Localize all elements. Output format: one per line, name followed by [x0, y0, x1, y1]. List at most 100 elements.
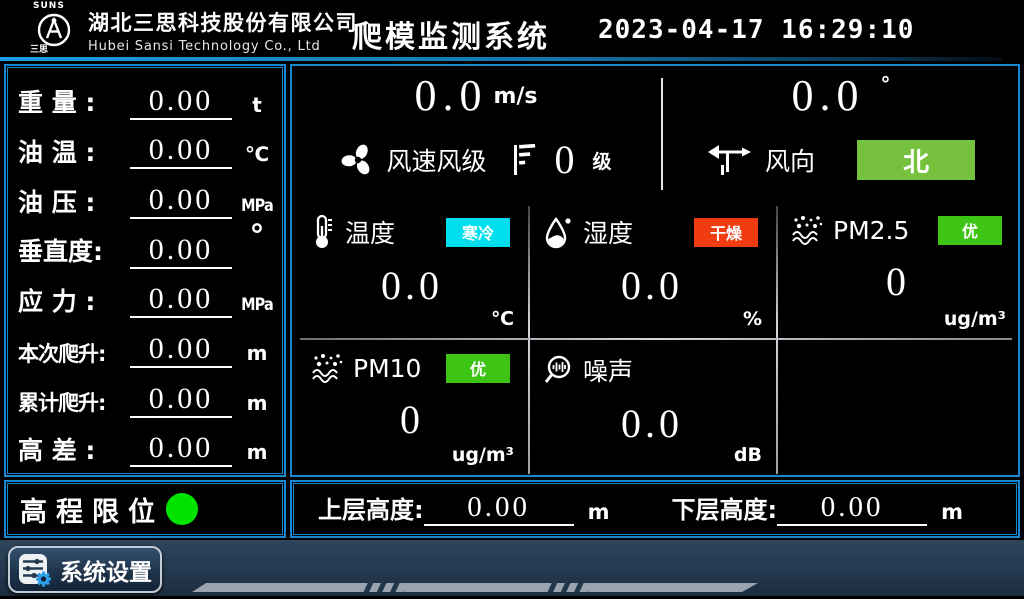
- sidebar-row-current-climb: 本次爬升: 0.00 m: [18, 322, 276, 368]
- weight-unit: t: [238, 90, 276, 120]
- stress-label: 应 力 :: [18, 286, 130, 319]
- pm10-value: 0: [298, 400, 526, 440]
- pm25-unit: ug/m³: [944, 308, 1006, 330]
- height-diff-value: 0.00: [130, 431, 232, 467]
- thermometer-icon: [310, 214, 336, 250]
- wind-direction-value: 0.0: [792, 74, 865, 118]
- app-screen: SUNS 三思 湖北三思科技股份有限公司 Hubei Sansi Technol…: [0, 0, 1024, 599]
- dust-particles-icon: [790, 214, 824, 246]
- datetime-display: 2023-04-17 16:29:10: [598, 15, 914, 45]
- wind-level-value: 0: [555, 140, 575, 180]
- pm25-value: 0: [778, 262, 1018, 302]
- pm25-label: PM2.5: [833, 216, 909, 245]
- weight-label: 重 量 :: [18, 87, 130, 120]
- current-climb-label: 本次爬升:: [18, 341, 130, 368]
- company-name-block: 湖北三思科技股份有限公司 Hubei Sansi Technology Co.,…: [88, 7, 358, 54]
- humidity-label: 湿度: [583, 214, 633, 250]
- wind-direction-row: 风向 北: [664, 140, 1018, 180]
- noise-unit: dB: [734, 444, 762, 466]
- wind-speed-readout: 0.0 m/s: [292, 74, 660, 118]
- upper-height-group: 上层高度: 0.00 m: [318, 492, 610, 526]
- sidebar-row-oil-pressure: 油 压 : 0.00 MPa: [18, 173, 276, 219]
- pm10-status-badge: 优: [446, 354, 510, 383]
- verticality-value: 0.00: [130, 233, 232, 269]
- total-climb-unit: m: [238, 388, 276, 418]
- oil-temp-value: 0.00: [130, 133, 232, 169]
- wind-section-divider: [661, 78, 663, 190]
- wind-direction-readout: 0.0 °: [664, 74, 1018, 118]
- sliders-gear-icon: [18, 552, 52, 588]
- oil-pressure-value: 0.00: [130, 183, 232, 219]
- weight-value: 0.00: [130, 84, 232, 120]
- company-logo: SUNS 三思: [24, 2, 84, 57]
- pm25-status-badge: 优: [938, 216, 1002, 245]
- logo-top-text: SUNS: [24, 2, 84, 11]
- sound-magnifier-icon: [542, 354, 574, 386]
- sidebar-row-verticality: 垂直度: 0.00 °: [18, 223, 276, 269]
- wind-direction-label: 风向: [765, 142, 815, 178]
- elevation-limit-box: 高程限位: [4, 480, 286, 538]
- current-climb-unit: m: [238, 338, 276, 368]
- page-title: 爬模监测系统: [352, 12, 550, 56]
- pm10-unit: ug/m³: [452, 444, 514, 466]
- upper-height-unit: m: [588, 499, 610, 526]
- droplet-icon: [542, 214, 574, 250]
- grid-divider-horizontal: [300, 338, 1012, 340]
- measurement-sidebar: 重 量 : 0.00 t 油 温 : 0.00 ℃ 油 压 : 0.00 MPa…: [4, 64, 286, 477]
- oil-temp-label: 油 温 :: [18, 137, 130, 170]
- lower-height-unit: m: [941, 499, 963, 526]
- fan-icon: [340, 142, 376, 178]
- environment-panel: 0.0 m/s 风速风级: [290, 64, 1020, 477]
- wind-level-unit: 级: [593, 147, 612, 174]
- current-climb-value: 0.00: [130, 332, 232, 368]
- pm10-label: PM10: [353, 354, 421, 383]
- wind-speed-label: 风速风级: [386, 142, 486, 178]
- sidebar-row-total-climb: 累计爬升: 0.00 m: [18, 372, 276, 418]
- logo-bottom-text: 三思: [24, 46, 84, 55]
- suns-logo-icon: [24, 11, 84, 49]
- system-settings-label: 系统设置: [60, 553, 152, 587]
- upper-height-value: 0.00: [424, 492, 574, 526]
- pm25-cell: PM2.5 优 0 ug/m³: [778, 204, 1018, 336]
- company-name-cn: 湖北三思科技股份有限公司: [88, 7, 358, 37]
- oil-pressure-unit: MPa: [241, 194, 273, 220]
- noise-label: 噪声: [583, 352, 633, 388]
- wind-level-readout: 风速风级 0 级: [292, 140, 660, 180]
- total-climb-label: 累计爬升:: [18, 390, 130, 417]
- system-settings-button[interactable]: 系统设置: [8, 546, 162, 593]
- footer-decor-stripe: [192, 583, 758, 592]
- dust-particles-icon: [310, 352, 344, 384]
- empty-cell: [778, 342, 1018, 472]
- height-diff-label: 高 差 :: [18, 435, 130, 468]
- temperature-cell: 温度 寒冷 0.0 ℃: [298, 204, 526, 336]
- wind-direction-unit: °: [881, 72, 891, 96]
- pm10-cell: PM10 优 0 ug/m³: [298, 342, 526, 472]
- sidebar-row-stress: 应 力 : 0.00 MPa: [18, 272, 276, 318]
- temperature-label: 温度: [345, 214, 395, 250]
- sidebar-row-weight: 重 量 : 0.00 t: [18, 74, 276, 120]
- lower-height-label: 下层高度:: [672, 494, 778, 526]
- wind-speed-unit: m/s: [493, 84, 537, 109]
- humidity-unit: %: [743, 308, 762, 330]
- oil-pressure-label: 油 压 :: [18, 187, 130, 220]
- lower-height-value: 0.00: [777, 492, 927, 526]
- wind-vane-icon: [707, 141, 751, 179]
- stress-value: 0.00: [130, 282, 232, 318]
- temperature-value: 0.0: [298, 266, 526, 306]
- layer-heights-box: 上层高度: 0.00 m 下层高度: 0.00 m: [290, 480, 1020, 538]
- height-diff-unit: m: [238, 437, 276, 467]
- wind-level-flag-icon: [511, 143, 537, 177]
- noise-cell: 噪声 0.0 dB: [530, 342, 774, 472]
- oil-temp-unit: ℃: [238, 139, 276, 169]
- verticality-unit: °: [238, 223, 276, 250]
- sidebar-row-height-diff: 高 差 : 0.00 m: [18, 421, 276, 467]
- noise-value: 0.0: [530, 404, 774, 444]
- total-climb-value: 0.00: [130, 382, 232, 418]
- elevation-limit-label: 高程限位: [20, 490, 164, 529]
- elevation-limit-indicator: [166, 493, 198, 525]
- company-name-en: Hubei Sansi Technology Co., Ltd: [88, 39, 358, 54]
- wind-compass-badge: 北: [857, 140, 975, 180]
- lower-height-group: 下层高度: 0.00 m: [672, 492, 964, 526]
- wind-speed-value: 0.0: [414, 74, 487, 118]
- temperature-unit: ℃: [491, 308, 514, 330]
